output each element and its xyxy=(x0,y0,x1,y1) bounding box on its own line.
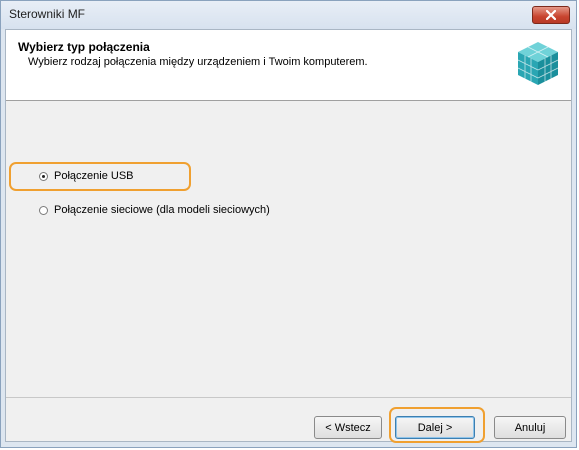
radio-unselected-icon[interactable] xyxy=(39,205,48,215)
back-button[interactable]: < Wstecz xyxy=(314,416,382,439)
installer-window: Sterowniki MF Wybierz typ połączenia Wyb… xyxy=(0,0,577,448)
radio-selected-icon[interactable] xyxy=(39,171,48,181)
radio-network-connection[interactable]: Połączenie sieciowe (dla modeli sieciowy… xyxy=(39,204,270,216)
close-icon xyxy=(546,10,556,20)
radio-usb-label: Połączenie USB xyxy=(54,170,134,182)
cube-icon xyxy=(517,42,559,85)
radio-usb-connection[interactable]: Połączenie USB xyxy=(39,170,134,182)
page-title: Wybierz typ połączenia xyxy=(18,40,150,54)
next-button[interactable]: Dalej > xyxy=(395,416,475,439)
dialog-header: Wybierz typ połączenia Wybierz rodzaj po… xyxy=(6,30,571,101)
dialog-body: Wybierz typ połączenia Wybierz rodzaj po… xyxy=(5,29,572,443)
title-bar[interactable]: Sterowniki MF xyxy=(1,1,576,29)
window-title: Sterowniki MF xyxy=(9,7,86,21)
radio-network-label: Połączenie sieciowe (dla modeli sieciowy… xyxy=(54,204,270,216)
cancel-button[interactable]: Anuluj xyxy=(494,416,566,439)
footer-divider xyxy=(6,397,571,398)
close-button[interactable] xyxy=(532,6,570,24)
page-subtitle: Wybierz rodzaj połączenia między urządze… xyxy=(28,56,368,68)
